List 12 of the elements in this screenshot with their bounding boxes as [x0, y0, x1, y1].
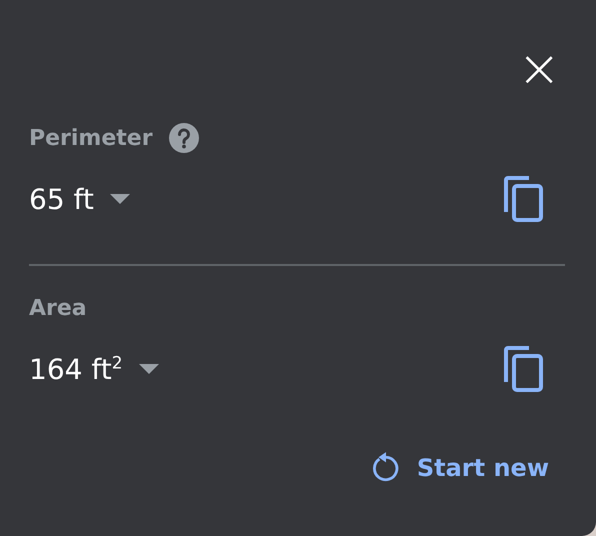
- measurement-label: Perimeter: [29, 126, 153, 150]
- caret-icon: [110, 194, 130, 204]
- restart-icon: [370, 452, 401, 484]
- copy-icon[interactable]: [503, 176, 543, 222]
- caret-icon: [138, 364, 159, 374]
- close-button[interactable]: ×: [507, 22, 571, 116]
- unit-dropdown[interactable]: 65 ft: [29, 182, 130, 216]
- start-new-button[interactable]: Start new: [370, 444, 565, 492]
- measurement-label: Area: [29, 296, 87, 320]
- unit-dropdown[interactable]: 164 ft$^{2}$: [29, 352, 159, 386]
- copy-icon[interactable]: [503, 346, 543, 392]
- help-icon[interactable]: [168, 123, 199, 153]
